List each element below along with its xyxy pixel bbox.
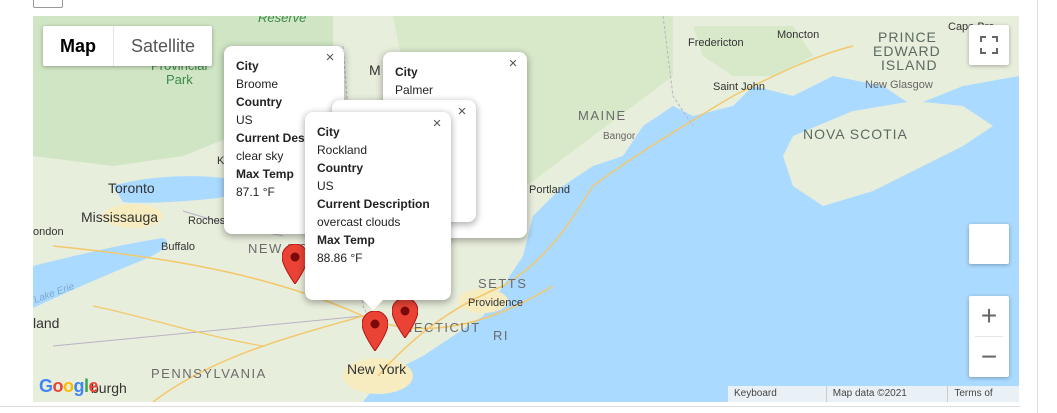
- map-canvas[interactable]: Reserve Provincial Park Fredericton Monc…: [33, 16, 1019, 402]
- close-icon[interactable]: ×: [454, 104, 470, 120]
- info-window-rockland: × City Rockland Country US Current Descr…: [305, 112, 451, 310]
- m-label: M: [369, 62, 381, 78]
- land-label: land: [33, 315, 60, 331]
- panel-divider: [1037, 0, 1038, 413]
- pei-label-3: ISLAND: [881, 57, 938, 73]
- new-york-city-label: New York: [347, 361, 407, 377]
- map-type-satellite-button[interactable]: Satellite: [114, 26, 212, 66]
- reserve-label: Reserve: [258, 16, 307, 25]
- toronto-label: Toronto: [108, 180, 155, 196]
- moncton-label: Moncton: [777, 29, 820, 41]
- bangor-label: Bangor: [603, 131, 636, 142]
- toolbar-button[interactable]: [33, 0, 63, 8]
- marker-pin-icon: [361, 310, 389, 352]
- zoom-out-button[interactable]: −: [969, 337, 1009, 377]
- map-footer: Keyboard shortcuts Map data ©2021 Google…: [728, 386, 1019, 402]
- park-label-line2: Park: [166, 72, 193, 87]
- maine-label: MAINE: [578, 108, 627, 123]
- iw-field-value: 88.86 °F: [317, 251, 363, 265]
- iw-field-value: US: [317, 179, 334, 193]
- close-icon[interactable]: ×: [322, 50, 338, 66]
- info-window-tail: [363, 300, 383, 310]
- map-marker-palmer[interactable]: [391, 297, 419, 339]
- fullscreen-button[interactable]: [969, 25, 1009, 65]
- fullscreen-icon: [980, 36, 998, 54]
- keyboard-shortcuts-link[interactable]: Keyboard shortcuts: [728, 386, 826, 402]
- london-label: ondon: [33, 226, 64, 238]
- iw-field-label: City: [395, 65, 418, 79]
- saint-john-label: Saint John: [713, 81, 765, 93]
- map-type-map-button[interactable]: Map: [43, 26, 113, 66]
- mississauga-label: Mississauga: [81, 209, 159, 225]
- map-data-attribution: Map data ©2021 Google: [832, 388, 907, 399]
- bottom-rule: [0, 406, 1020, 407]
- zoom-in-button[interactable]: +: [969, 296, 1009, 336]
- iw-field-label: Max Temp: [317, 233, 375, 247]
- iw-field-label: Current Description: [317, 197, 430, 211]
- iw-field-value: Broome: [236, 77, 279, 91]
- marker-pin-icon: [391, 297, 419, 339]
- iw-field-label: Country: [317, 161, 363, 175]
- terms-of-use-link[interactable]: Terms of Use: [948, 386, 1019, 402]
- iw-field-value: Rockland: [317, 143, 368, 157]
- map-type-control: Map Satellite: [43, 26, 213, 66]
- nova-scotia-label: NOVA SCOTIA: [803, 126, 908, 142]
- zoom-control: + −: [969, 296, 1009, 377]
- map-control-button[interactable]: [969, 224, 1009, 264]
- pennsylvania-label: PENNSYLVANIA: [151, 366, 267, 381]
- close-icon[interactable]: ×: [429, 116, 445, 132]
- buffalo-label: Buffalo: [161, 241, 196, 253]
- iw-field-label: City: [317, 125, 340, 139]
- new-glasgow-label: New Glasgow: [865, 79, 933, 91]
- rhode-island-label: RI: [493, 328, 509, 343]
- fredericton-label: Fredericton: [688, 37, 744, 49]
- iw-field-label: Country: [236, 95, 282, 109]
- map-marker-rockland[interactable]: [361, 310, 389, 352]
- google-logo: Google: [39, 376, 99, 396]
- iw-field-value: overcast clouds: [317, 215, 401, 229]
- rochester-label: Roches: [188, 215, 226, 227]
- iw-field-value: Palmer: [395, 83, 434, 97]
- close-icon[interactable]: ×: [505, 56, 521, 72]
- providence-label: Providence: [468, 297, 524, 309]
- portland-label: Portland: [529, 184, 570, 196]
- massachusetts-label: SETTS: [478, 276, 528, 291]
- iw-field-label: City: [236, 59, 259, 73]
